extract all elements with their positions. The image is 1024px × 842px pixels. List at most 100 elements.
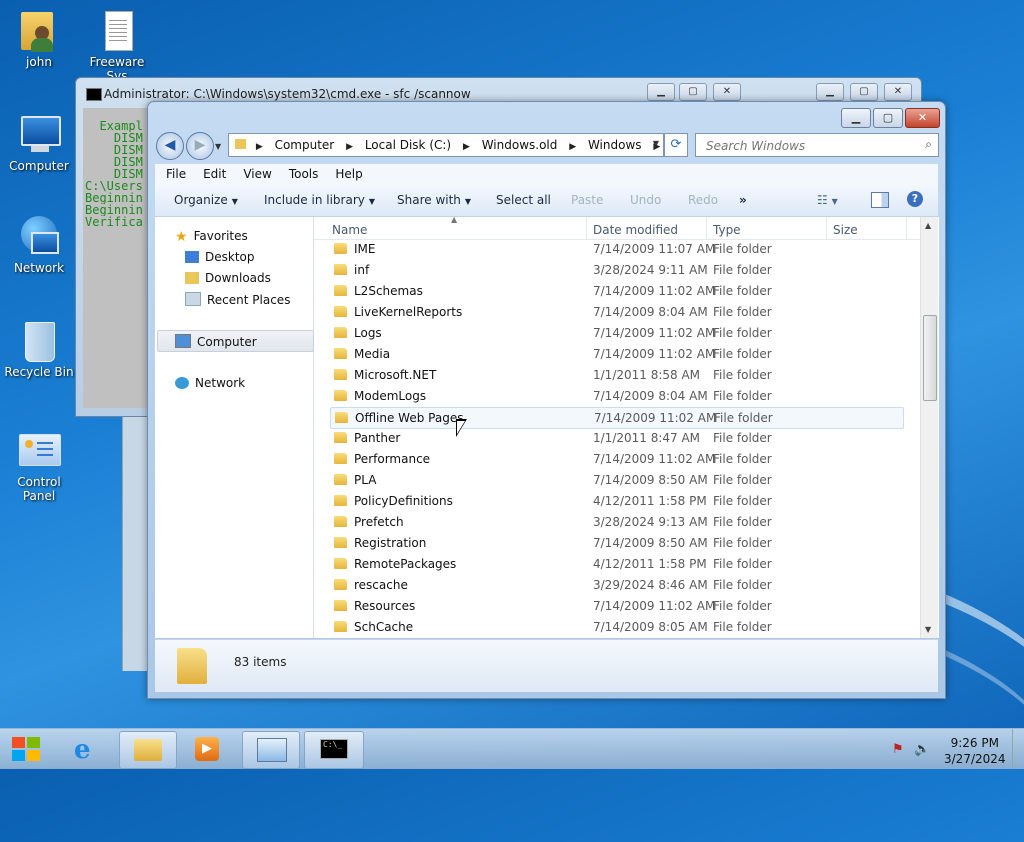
include-in-library-button[interactable]: Include in library ▼: [264, 193, 375, 207]
menu-view[interactable]: View: [232, 164, 277, 181]
nav-recent-places[interactable]: Recent Places: [185, 292, 290, 307]
maximize-button[interactable]: ▢: [850, 83, 878, 101]
search-input[interactable]: [704, 138, 908, 154]
preview-pane-icon[interactable]: [871, 192, 889, 208]
menu-help[interactable]: Help: [324, 164, 368, 181]
start-button[interactable]: [0, 731, 52, 767]
breadcrumb-separator-icon[interactable]: ▶: [463, 142, 470, 152]
column-divider[interactable]: [826, 217, 827, 239]
desktop-icon-control-panel[interactable]: Control Panel: [0, 428, 78, 503]
list-item[interactable]: PLA 7/14/2009 8:50 AM File folder: [330, 470, 902, 490]
address-history-chevron-icon[interactable]: ▼: [653, 139, 659, 148]
nav-favorites[interactable]: ★ Favorites: [175, 229, 248, 245]
list-item[interactable]: RemotePackages 4/12/2011 1:58 PM File fold…: [330, 554, 902, 574]
list-item[interactable]: PolicyDefinitions 4/12/2011 1:58 PM File f…: [330, 491, 902, 511]
breadcrumb-windows[interactable]: Windows: [588, 138, 642, 152]
column-divider[interactable]: [586, 217, 587, 239]
list-item[interactable]: IME 7/14/2009 11:07 AM File folder: [330, 239, 902, 259]
list-item[interactable]: Logs 7/14/2009 11:02 AM File folder: [330, 323, 902, 343]
desktop-icon-network[interactable]: Network: [0, 214, 78, 275]
desktop-icon-recycle-bin[interactable]: Recycle Bin: [0, 318, 78, 379]
column-name[interactable]: Name: [332, 223, 367, 237]
breadcrumb-local-disk[interactable]: Local Disk (C:): [365, 138, 451, 152]
undo-button[interactable]: Undo: [630, 193, 661, 207]
nav-desktop[interactable]: Desktop: [185, 250, 255, 264]
list-item[interactable]: Microsoft.NET 1/1/2011 8:58 AM File folder: [330, 365, 902, 385]
column-divider[interactable]: [706, 217, 707, 239]
taskbar-cmd[interactable]: C:\_: [304, 731, 364, 769]
action-center-flag-icon[interactable]: ⚑: [892, 742, 904, 757]
column-divider[interactable]: [906, 217, 907, 239]
vertical-scrollbar[interactable]: ▲ ▼: [920, 217, 938, 638]
recent-pages-chevron-icon[interactable]: ▼: [215, 142, 221, 151]
taskbar-control-panel[interactable]: [242, 731, 300, 769]
list-item[interactable]: LiveKernelReports 7/14/2009 8:04 AM File f…: [330, 302, 902, 322]
scrollbar-thumb[interactable]: [923, 315, 937, 401]
menu-tools[interactable]: Tools: [278, 164, 325, 181]
select-all-button[interactable]: Select all: [496, 193, 551, 207]
list-item[interactable]: rescache 3/29/2024 8:46 AM File folder: [330, 575, 902, 595]
column-type[interactable]: Type: [713, 223, 741, 237]
taskbar-media-player[interactable]: ▶: [180, 731, 236, 767]
volume-muted-icon[interactable]: 🔈: [914, 742, 930, 757]
list-item-hovered[interactable]: Offline Web Pages 7/14/2009 11:02 AM File …: [330, 407, 904, 429]
list-item[interactable]: SchCache 7/14/2009 8:05 AM File folder: [330, 617, 902, 637]
item-name: L2Schemas: [354, 284, 423, 298]
back-button[interactable]: ◀: [156, 132, 184, 160]
breadcrumb-windows-old[interactable]: Windows.old: [482, 138, 558, 152]
taskbar-internet-explorer[interactable]: e: [60, 731, 116, 767]
breadcrumb-separator-icon[interactable]: ▶: [256, 142, 263, 152]
search-icon[interactable]: ⌕: [925, 137, 932, 152]
view-options-icon[interactable]: ☷ ▼: [817, 193, 838, 207]
minimize-button[interactable]: ▁: [647, 83, 675, 101]
nav-computer[interactable]: Computer: [175, 334, 257, 349]
help-icon[interactable]: ?: [907, 191, 923, 207]
forward-button[interactable]: ▶: [186, 132, 214, 160]
close-button[interactable]: ✕: [713, 83, 741, 101]
desktop-icon-computer[interactable]: Computer: [0, 112, 78, 173]
list-item[interactable]: ModemLogs 7/14/2009 8:04 AM File folder: [330, 386, 902, 406]
maximize-button[interactable]: ▢: [679, 83, 707, 101]
file-list[interactable]: Name ▲ Date modified Type Size IME 7/14/2…: [314, 217, 939, 638]
address-bar[interactable]: ▶ Computer ▶ Local Disk (C:) ▶ Windows.o…: [228, 133, 664, 157]
list-item[interactable]: L2Schemas 7/14/2009 11:02 AM File folder: [330, 281, 902, 301]
breadcrumb-computer[interactable]: Computer: [275, 138, 335, 152]
column-size[interactable]: Size: [833, 223, 858, 237]
desktop-icon-user[interactable]: john: [0, 8, 78, 69]
list-item[interactable]: Prefetch 3/28/2024 9:13 AM File folder: [330, 512, 902, 532]
list-item[interactable]: inf 3/28/2024 9:11 AM File folder: [330, 260, 902, 280]
breadcrumb-separator-icon[interactable]: ▶: [346, 142, 353, 152]
scroll-up-icon[interactable]: ▲: [925, 221, 931, 230]
close-button[interactable]: ✕: [884, 83, 912, 101]
refresh-icon[interactable]: ⟳: [664, 133, 688, 157]
desktop-icon-freeware[interactable]: Freeware Sys: [78, 8, 156, 83]
list-item[interactable]: Media 7/14/2009 11:02 AM File folder: [330, 344, 902, 364]
paste-button[interactable]: Paste: [571, 193, 603, 207]
column-date-modified[interactable]: Date modified: [593, 223, 678, 237]
scroll-down-icon[interactable]: ▼: [925, 625, 931, 634]
more-commands-button[interactable]: »: [739, 193, 747, 207]
show-desktop-button[interactable]: [1012, 729, 1024, 769]
minimize-button[interactable]: ▁: [816, 83, 844, 101]
search-box[interactable]: ⌕: [695, 133, 939, 157]
list-item[interactable]: Panther 1/1/2011 8:47 AM File folder: [330, 428, 902, 448]
close-button[interactable]: ✕: [905, 108, 940, 128]
maximize-button[interactable]: ▢: [873, 108, 903, 128]
list-item[interactable]: Registration 7/14/2009 8:50 AM File folder: [330, 533, 902, 553]
list-item[interactable]: Performance 7/14/2009 11:02 AM File folder: [330, 449, 902, 469]
menu-edit[interactable]: Edit: [192, 164, 232, 181]
minimize-button[interactable]: ▁: [841, 108, 871, 128]
nav-downloads[interactable]: Downloads: [185, 271, 271, 285]
item-name: Offline Web Pages: [355, 411, 464, 425]
breadcrumb-separator-icon[interactable]: ▶: [569, 142, 576, 152]
organize-button[interactable]: Organize ▼: [174, 193, 238, 207]
redo-button[interactable]: Redo: [688, 193, 718, 207]
nav-network[interactable]: Network: [175, 376, 245, 390]
clock[interactable]: 9:26 PM 3/27/2024: [944, 735, 1006, 767]
taskbar-explorer[interactable]: [119, 731, 177, 769]
menu-file[interactable]: File: [155, 164, 192, 181]
share-with-button[interactable]: Share with ▼: [397, 193, 471, 207]
cmd-console-output[interactable]: Exampl DISM DISM DISM DISM C:\Users Begi…: [83, 108, 153, 408]
list-item[interactable]: Resources 7/14/2009 11:02 AM File folder: [330, 596, 902, 616]
explorer-window[interactable]: ▁ ▢ ✕ ◀ ▶ ▼ ▶ Computer ▶ Local Disk (C:)…: [147, 101, 946, 699]
